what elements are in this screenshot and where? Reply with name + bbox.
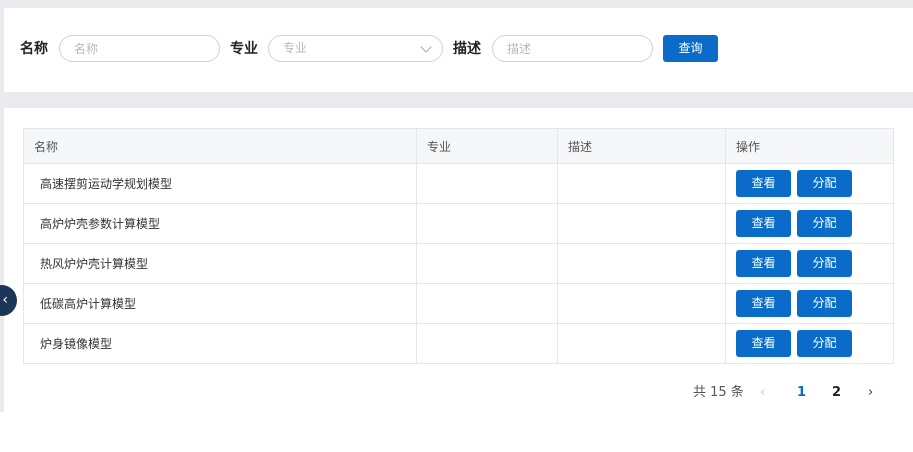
cell-desc bbox=[557, 243, 726, 284]
table-row: 炉身镜像模型 查看 分配 bbox=[23, 323, 894, 364]
cell-desc bbox=[557, 203, 726, 244]
cell-ops: 查看 分配 bbox=[725, 203, 894, 244]
cell-ops: 查看 分配 bbox=[725, 163, 894, 204]
table-row: 低碳高炉计算模型 查看 分配 bbox=[23, 283, 894, 324]
chevron-left-icon: ‹ bbox=[2, 292, 8, 308]
cell-name: 低碳高炉计算模型 bbox=[23, 283, 417, 324]
col-header-desc: 描述 bbox=[557, 128, 726, 164]
cell-major bbox=[416, 283, 558, 324]
assign-button[interactable]: 分配 bbox=[797, 250, 852, 277]
assign-button[interactable]: 分配 bbox=[797, 170, 852, 197]
desc-label: 描述 bbox=[453, 41, 481, 57]
view-button[interactable]: 查看 bbox=[736, 290, 791, 317]
table-row: 热风炉炉壳计算模型 查看 分配 bbox=[23, 243, 894, 284]
chevron-right-icon[interactable]: › bbox=[868, 384, 873, 402]
major-select-placeholder: 专业 bbox=[283, 41, 308, 55]
cell-desc bbox=[557, 163, 726, 204]
col-header-ops: 操作 bbox=[725, 128, 894, 164]
col-header-major: 专业 bbox=[416, 128, 558, 164]
view-button[interactable]: 查看 bbox=[736, 170, 791, 197]
cell-ops: 查看 分配 bbox=[725, 283, 894, 324]
view-button[interactable]: 查看 bbox=[736, 250, 791, 277]
cell-major bbox=[416, 203, 558, 244]
major-label: 专业 bbox=[230, 41, 258, 57]
cell-name: 炉身镜像模型 bbox=[23, 323, 417, 364]
cell-major bbox=[416, 323, 558, 364]
model-table: 名称 专业 描述 操作 高速摆剪运动学规划模型 查看 分配 高炉炉壳参数计算模型 … bbox=[23, 128, 894, 364]
page-2-button[interactable]: 2 bbox=[832, 384, 841, 402]
assign-button[interactable]: 分配 bbox=[797, 290, 852, 317]
table-row: 高速摆剪运动学规划模型 查看 分配 bbox=[23, 163, 894, 204]
assign-button[interactable]: 分配 bbox=[797, 330, 852, 357]
major-select[interactable]: 专业 bbox=[268, 35, 443, 62]
table-row: 高炉炉壳参数计算模型 查看 分配 bbox=[23, 203, 894, 244]
cell-name: 高速摆剪运动学规划模型 bbox=[23, 163, 417, 204]
cell-desc bbox=[557, 283, 726, 324]
cell-desc bbox=[557, 323, 726, 364]
cell-name: 热风炉炉壳计算模型 bbox=[23, 243, 417, 284]
col-header-name: 名称 bbox=[23, 128, 417, 164]
cell-ops: 查看 分配 bbox=[725, 243, 894, 284]
name-label: 名称 bbox=[20, 41, 48, 57]
desc-input[interactable] bbox=[492, 35, 653, 62]
name-input[interactable] bbox=[59, 35, 220, 62]
view-button[interactable]: 查看 bbox=[736, 210, 791, 237]
chevron-down-icon bbox=[420, 41, 432, 53]
chevron-left-icon[interactable]: ‹ bbox=[760, 384, 765, 402]
page-1-button[interactable]: 1 bbox=[797, 384, 806, 402]
query-button[interactable]: 查询 bbox=[663, 35, 718, 62]
cell-major bbox=[416, 163, 558, 204]
assign-button[interactable]: 分配 bbox=[797, 210, 852, 237]
cell-ops: 查看 分配 bbox=[725, 323, 894, 364]
cell-major bbox=[416, 243, 558, 284]
pagination-total: 共 15 条 bbox=[693, 385, 744, 400]
cell-name: 高炉炉壳参数计算模型 bbox=[23, 203, 417, 244]
table-header-row: 名称 专业 描述 操作 bbox=[23, 128, 894, 164]
view-button[interactable]: 查看 bbox=[736, 330, 791, 357]
